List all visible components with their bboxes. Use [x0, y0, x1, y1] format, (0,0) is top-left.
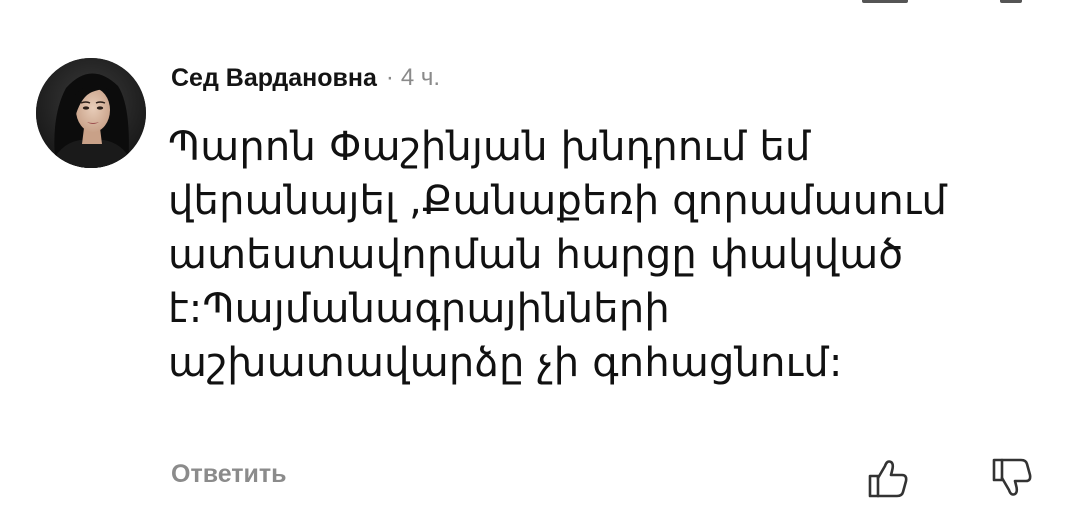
- comment-timestamp: 4 ч.: [400, 64, 441, 91]
- thumbs-down-icon: [992, 458, 1032, 496]
- like-button[interactable]: [864, 454, 912, 502]
- avatar-photo-icon: [36, 58, 146, 168]
- comment-text: Պարոն Փաշինյան խնդրում եմ վերանայել ,Քան…: [168, 124, 948, 386]
- avatar[interactable]: [36, 58, 146, 168]
- thumbs-up-icon: [868, 460, 908, 498]
- dislike-button[interactable]: [988, 454, 1036, 502]
- reply-button[interactable]: Ответить: [171, 460, 287, 489]
- author-name[interactable]: Сед Вардановна: [171, 64, 377, 93]
- comment-header: Сед Вардановна · 4 ч.: [171, 58, 440, 98]
- comment-item: Сед Вардановна · 4 ч. Պարոն Փաշինյան խնդ…: [0, 0, 1080, 521]
- meta-separator: ·: [385, 64, 394, 91]
